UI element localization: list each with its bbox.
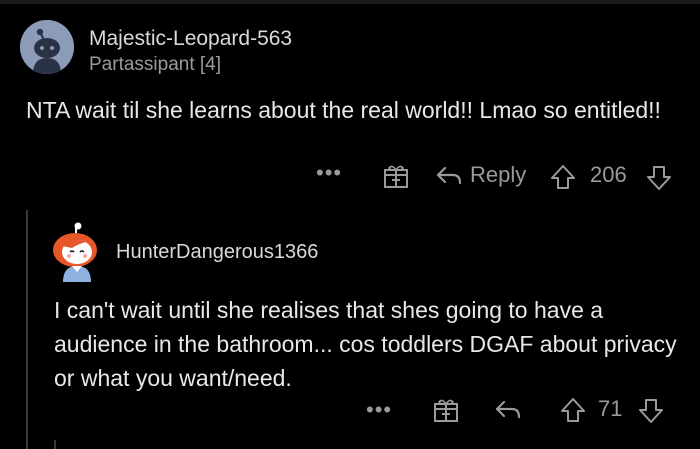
snoo-avatar-icon	[20, 20, 74, 74]
more-options-icon[interactable]: •••	[316, 162, 342, 184]
comment-body: I can't wait until she realises that she…	[54, 297, 677, 391]
upvote-arrow-icon[interactable]	[559, 396, 587, 424]
nested-thread-line[interactable]	[54, 440, 56, 449]
gift-award-icon[interactable]	[383, 163, 409, 189]
custom-avatar-icon	[53, 222, 97, 282]
vote-score: 71	[598, 396, 623, 421]
gift-award-icon[interactable]	[433, 397, 459, 423]
thread-line[interactable]	[26, 210, 28, 449]
comment-author[interactable]: HunterDangerous1366	[116, 241, 318, 264]
reply-arrow-icon	[436, 166, 462, 185]
reply-arrow-icon[interactable]	[494, 398, 522, 422]
vote-score: 206	[590, 162, 627, 187]
comment-author[interactable]: Majestic-Leopard-563	[89, 27, 292, 51]
comment-body: NTA wait til she learns about the real w…	[26, 97, 661, 123]
avatar[interactable]	[20, 20, 74, 74]
user-flair: Partassipant [4]	[89, 54, 222, 75]
comment-actions: ••• Reply 206	[0, 160, 700, 194]
upvote-arrow-icon[interactable]	[549, 163, 577, 191]
more-options-icon[interactable]: •••	[366, 399, 392, 421]
reply-label: Reply	[470, 162, 527, 187]
downvote-arrow-icon[interactable]	[645, 164, 673, 192]
downvote-arrow-icon[interactable]	[637, 397, 665, 425]
avatar[interactable]	[48, 222, 102, 282]
